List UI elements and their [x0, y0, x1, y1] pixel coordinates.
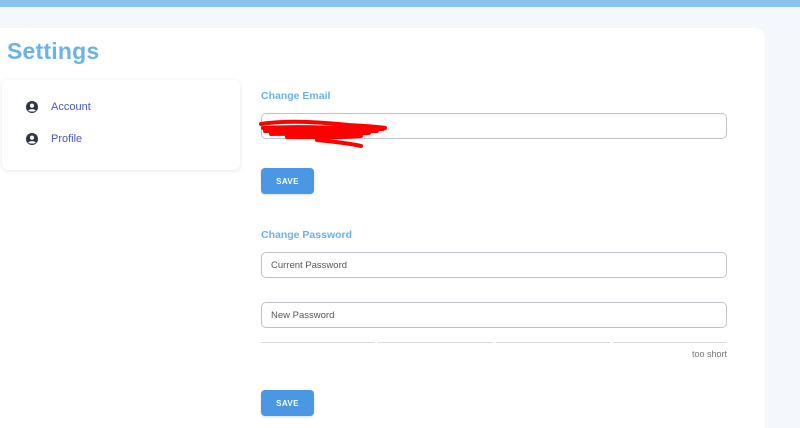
- sidebar-item-label: Account: [51, 101, 91, 113]
- password-strength-meter: [261, 342, 727, 344]
- settings-sidebar: Account Profile: [2, 80, 240, 170]
- strength-segment: [495, 342, 610, 343]
- user-circle-icon: [26, 133, 38, 145]
- current-password-field[interactable]: [261, 252, 727, 278]
- email-field[interactable]: [261, 113, 727, 139]
- user-circle-icon: [26, 101, 38, 113]
- new-password-field[interactable]: [261, 302, 727, 328]
- save-email-button[interactable]: SAVE: [261, 168, 314, 194]
- strength-segment: [261, 342, 376, 343]
- page-title: Settings: [7, 38, 100, 64]
- top-bar: [0, 0, 800, 7]
- change-password-title: Change Password: [261, 229, 353, 241]
- password-strength-label: too short: [691, 349, 727, 359]
- sidebar-item-profile[interactable]: Profile: [26, 129, 82, 149]
- sidebar-item-label: Profile: [51, 133, 83, 145]
- change-email-title: Change Email: [261, 90, 331, 102]
- sidebar-item-account[interactable]: Account: [26, 97, 91, 117]
- save-password-button[interactable]: SAVE: [261, 390, 314, 416]
- strength-segment: [612, 342, 727, 343]
- strength-segment: [378, 342, 493, 343]
